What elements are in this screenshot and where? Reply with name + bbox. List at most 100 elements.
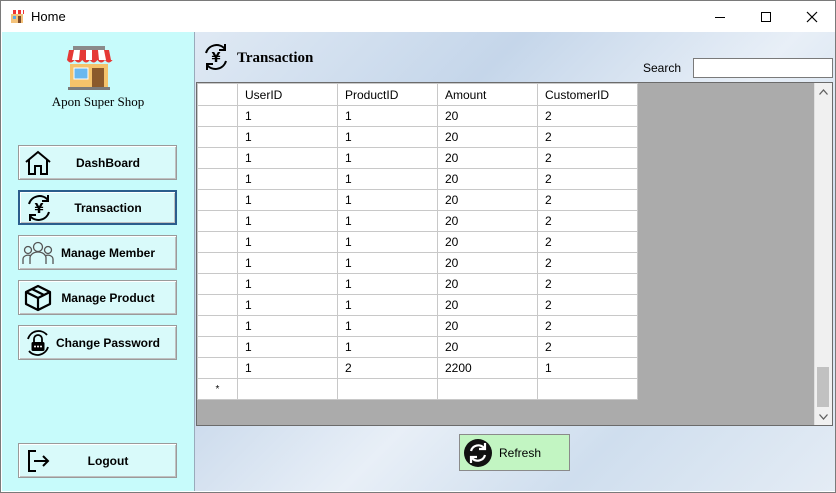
scroll-down-button[interactable] xyxy=(815,408,832,425)
cell-productid[interactable] xyxy=(337,378,438,400)
scrollbar-thumb[interactable] xyxy=(817,367,829,407)
cell-customerid[interactable]: 2 xyxy=(537,294,638,316)
cell-userid[interactable]: 1 xyxy=(237,105,338,127)
table-row[interactable]: 1 1 20 2 xyxy=(197,294,638,316)
cell-amount[interactable]: 20 xyxy=(437,105,538,127)
cell-amount[interactable] xyxy=(437,378,538,400)
table-row[interactable]: 1 1 20 2 xyxy=(197,315,638,337)
logout-button[interactable]: Logout xyxy=(18,443,177,478)
row-header-cell[interactable] xyxy=(197,315,238,337)
row-header-cell[interactable] xyxy=(197,147,238,169)
table-row[interactable]: 1 1 20 2 xyxy=(197,252,638,274)
table-row[interactable]: 1 1 20 2 xyxy=(197,189,638,211)
search-input[interactable] xyxy=(693,58,833,78)
column-header-productid[interactable]: ProductID xyxy=(337,83,438,106)
vertical-scrollbar[interactable] xyxy=(814,83,832,425)
nav-dashboard-button[interactable]: DashBoard xyxy=(18,145,177,180)
cell-amount[interactable]: 20 xyxy=(437,294,538,316)
row-header-cell[interactable] xyxy=(197,231,238,253)
table-row[interactable]: 1 1 20 2 xyxy=(197,126,638,148)
cell-userid[interactable]: 1 xyxy=(237,336,338,358)
column-header-userid[interactable]: UserID xyxy=(237,83,338,106)
cell-productid[interactable]: 1 xyxy=(337,126,438,148)
cell-customerid[interactable] xyxy=(537,378,638,400)
table-row[interactable]: 1 1 20 2 xyxy=(197,147,638,169)
cell-amount[interactable]: 20 xyxy=(437,210,538,232)
scroll-up-button[interactable] xyxy=(815,83,832,100)
cell-customerid[interactable]: 2 xyxy=(537,147,638,169)
row-header-cell[interactable] xyxy=(197,294,238,316)
table-row[interactable]: 1 1 20 2 xyxy=(197,168,638,190)
cell-productid[interactable]: 1 xyxy=(337,252,438,274)
nav-manage-product-button[interactable]: Manage Product xyxy=(18,280,177,315)
cell-productid[interactable]: 1 xyxy=(337,105,438,127)
row-header-cell[interactable] xyxy=(197,357,238,379)
cell-userid[interactable]: 1 xyxy=(237,273,338,295)
cell-customerid[interactable]: 2 xyxy=(537,336,638,358)
cell-userid[interactable] xyxy=(237,378,338,400)
row-header-cell[interactable] xyxy=(197,126,238,148)
minimize-button[interactable] xyxy=(697,1,743,32)
cell-productid[interactable]: 1 xyxy=(337,336,438,358)
cell-productid[interactable]: 1 xyxy=(337,273,438,295)
table-row[interactable]: 1 1 20 2 xyxy=(197,105,638,127)
cell-amount[interactable]: 2200 xyxy=(437,357,538,379)
row-header-cell[interactable] xyxy=(197,210,238,232)
transaction-grid[interactable]: UserID ProductID Amount CustomerID 1 1 20 2… xyxy=(196,82,833,426)
cell-customerid[interactable]: 2 xyxy=(537,315,638,337)
cell-customerid[interactable]: 2 xyxy=(537,168,638,190)
new-row-marker[interactable]: * xyxy=(197,378,238,400)
cell-userid[interactable]: 1 xyxy=(237,147,338,169)
corner-header-cell[interactable] xyxy=(197,83,238,106)
cell-amount[interactable]: 20 xyxy=(437,315,538,337)
cell-amount[interactable]: 20 xyxy=(437,147,538,169)
row-header-cell[interactable] xyxy=(197,252,238,274)
cell-customerid[interactable]: 2 xyxy=(537,231,638,253)
cell-amount[interactable]: 20 xyxy=(437,336,538,358)
cell-amount[interactable]: 20 xyxy=(437,189,538,211)
cell-customerid[interactable]: 2 xyxy=(537,252,638,274)
cell-userid[interactable]: 1 xyxy=(237,357,338,379)
table-row[interactable]: 1 1 20 2 xyxy=(197,231,638,253)
cell-customerid[interactable]: 2 xyxy=(537,210,638,232)
cell-amount[interactable]: 20 xyxy=(437,168,538,190)
table-row[interactable]: 1 1 20 2 xyxy=(197,273,638,295)
nav-manage-member-button[interactable]: Manage Member xyxy=(18,235,177,270)
cell-amount[interactable]: 20 xyxy=(437,231,538,253)
cell-productid[interactable]: 2 xyxy=(337,357,438,379)
table-row[interactable]: 1 2 2200 1 xyxy=(197,357,638,379)
maximize-button[interactable] xyxy=(743,1,789,32)
table-row[interactable]: 1 1 20 2 xyxy=(197,210,638,232)
cell-amount[interactable]: 20 xyxy=(437,273,538,295)
cell-userid[interactable]: 1 xyxy=(237,231,338,253)
cell-productid[interactable]: 1 xyxy=(337,210,438,232)
cell-customerid[interactable]: 2 xyxy=(537,189,638,211)
cell-productid[interactable]: 1 xyxy=(337,189,438,211)
row-header-cell[interactable] xyxy=(197,336,238,358)
refresh-button[interactable]: Refresh xyxy=(459,434,570,471)
cell-customerid[interactable]: 2 xyxy=(537,105,638,127)
cell-productid[interactable]: 1 xyxy=(337,147,438,169)
cell-productid[interactable]: 1 xyxy=(337,315,438,337)
nav-change-password-button[interactable]: Change Password xyxy=(18,325,177,360)
cell-productid[interactable]: 1 xyxy=(337,231,438,253)
new-row[interactable]: * xyxy=(197,378,638,400)
row-header-cell[interactable] xyxy=(197,105,238,127)
row-header-cell[interactable] xyxy=(197,168,238,190)
cell-productid[interactable]: 1 xyxy=(337,294,438,316)
column-header-amount[interactable]: Amount xyxy=(437,83,538,106)
cell-userid[interactable]: 1 xyxy=(237,126,338,148)
cell-userid[interactable]: 1 xyxy=(237,294,338,316)
cell-userid[interactable]: 1 xyxy=(237,189,338,211)
cell-customerid[interactable]: 2 xyxy=(537,126,638,148)
table-row[interactable]: 1 1 20 2 xyxy=(197,336,638,358)
cell-amount[interactable]: 20 xyxy=(437,252,538,274)
nav-transaction-button[interactable]: ¥ Transaction xyxy=(18,190,177,225)
row-header-cell[interactable] xyxy=(197,273,238,295)
cell-customerid[interactable]: 2 xyxy=(537,273,638,295)
cell-productid[interactable]: 1 xyxy=(337,168,438,190)
row-header-cell[interactable] xyxy=(197,189,238,211)
cell-userid[interactable]: 1 xyxy=(237,210,338,232)
column-header-customerid[interactable]: CustomerID xyxy=(537,83,638,106)
cell-userid[interactable]: 1 xyxy=(237,168,338,190)
